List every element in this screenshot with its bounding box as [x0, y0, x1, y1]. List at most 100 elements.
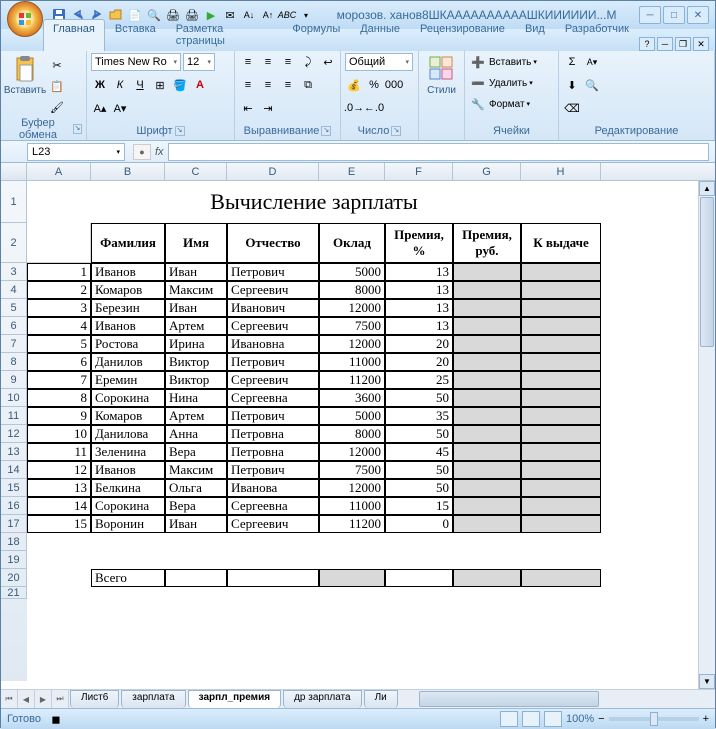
tab-Вставка[interactable]: Вставка	[105, 19, 166, 51]
cell[interactable]: Иван	[165, 299, 227, 317]
cell[interactable]: 12	[27, 461, 91, 479]
cell[interactable]	[521, 299, 601, 317]
row-header-17[interactable]: 17	[1, 515, 27, 533]
row-header-21[interactable]: 21	[1, 587, 27, 599]
fx-dot-icon[interactable]: ●	[133, 144, 151, 160]
align-middle-icon[interactable]: ≡	[259, 53, 277, 71]
insert-cells-button[interactable]: ➕Вставить▾	[469, 53, 537, 71]
cell[interactable]: Иван	[165, 515, 227, 533]
cell[interactable]: 6	[27, 353, 91, 371]
cell[interactable]: 12000	[319, 479, 385, 497]
row-header-6[interactable]: 6	[1, 317, 27, 335]
formula-bar[interactable]	[168, 143, 709, 161]
cell[interactable]: Иванов	[91, 317, 165, 335]
currency-icon[interactable]: 💰	[345, 76, 363, 94]
cell[interactable]: Вера	[165, 443, 227, 461]
row-header-14[interactable]: 14	[1, 461, 27, 479]
cell[interactable]: Сергеевна	[227, 389, 319, 407]
tab-Разработчик[interactable]: Разработчик	[555, 19, 639, 51]
cell[interactable]: Иванов	[91, 461, 165, 479]
tab-next-icon[interactable]: ▶	[35, 690, 52, 708]
cell[interactable]: Петрович	[227, 263, 319, 281]
cell[interactable]	[521, 515, 601, 533]
cell[interactable]: 8000	[319, 425, 385, 443]
cell[interactable]: 50	[385, 425, 453, 443]
autosum-icon[interactable]: Σ	[563, 53, 581, 71]
cell[interactable]: Сергеевна	[227, 497, 319, 515]
percent-icon[interactable]: %	[365, 76, 383, 94]
tab-Данные[interactable]: Данные	[350, 19, 410, 51]
cell[interactable]: 7500	[319, 317, 385, 335]
cell[interactable]	[453, 425, 521, 443]
cell[interactable]: К выдаче	[521, 223, 601, 263]
cell[interactable]: 13	[385, 281, 453, 299]
cell[interactable]: 1	[27, 263, 91, 281]
cell[interactable]: Оклад	[319, 223, 385, 263]
cell[interactable]: 50	[385, 479, 453, 497]
cell[interactable]: Иванов	[91, 263, 165, 281]
grow-font-icon[interactable]: A▴	[91, 99, 109, 117]
cell[interactable]: Вера	[165, 497, 227, 515]
maximize-button[interactable]: □	[663, 6, 685, 24]
delete-cells-button[interactable]: ➖Удалить▾	[469, 74, 533, 92]
normal-view-icon[interactable]	[500, 711, 518, 727]
sheet-tab-зарпл_премия[interactable]: зарпл_премия	[188, 690, 281, 708]
cell[interactable]	[521, 263, 601, 281]
cell[interactable]: 11	[27, 443, 91, 461]
font-dialog-icon[interactable]: ↘	[175, 126, 185, 136]
cell[interactable]: 50	[385, 461, 453, 479]
cell[interactable]	[521, 443, 601, 461]
fill-icon[interactable]: ⬇	[563, 76, 581, 94]
align-left-icon[interactable]: ≡	[239, 76, 257, 94]
styles-button[interactable]: Стили	[423, 53, 460, 98]
row-header-9[interactable]: 9	[1, 371, 27, 389]
align-bottom-icon[interactable]: ≡	[279, 53, 297, 71]
col-header-G[interactable]: G	[453, 163, 521, 180]
number-dialog-icon[interactable]: ↘	[391, 126, 401, 136]
number-format-combo[interactable]: Общий▾	[345, 53, 413, 71]
shrink-font-icon[interactable]: A▾	[111, 99, 129, 117]
copy-icon[interactable]: 📋	[48, 77, 66, 95]
col-header-C[interactable]: C	[165, 163, 227, 180]
cell[interactable]: 25	[385, 371, 453, 389]
align-right-icon[interactable]: ≡	[279, 76, 297, 94]
row-header-5[interactable]: 5	[1, 299, 27, 317]
increase-indent-icon[interactable]: ⇥	[259, 99, 277, 117]
cell[interactable]	[453, 281, 521, 299]
cell[interactable]	[453, 443, 521, 461]
cell[interactable]: 7	[27, 371, 91, 389]
cell[interactable]: Петрович	[227, 353, 319, 371]
cell[interactable]	[453, 389, 521, 407]
cell[interactable]	[521, 425, 601, 443]
doc-close-button[interactable]: ✕	[693, 37, 709, 51]
decrease-indent-icon[interactable]: ⇤	[239, 99, 257, 117]
cell[interactable]: 5000	[319, 263, 385, 281]
cell[interactable]	[521, 497, 601, 515]
row-header-19[interactable]: 19	[1, 551, 27, 569]
decrease-decimal-icon[interactable]: ←.0	[365, 99, 383, 117]
cell[interactable]: 13	[385, 299, 453, 317]
cell[interactable]: 11200	[319, 515, 385, 533]
help-button[interactable]: ?	[639, 37, 655, 51]
font-name-combo[interactable]: Times New Ro▾	[91, 53, 181, 71]
cell[interactable]: Ивановна	[227, 335, 319, 353]
col-header-B[interactable]: B	[91, 163, 165, 180]
row-header-16[interactable]: 16	[1, 497, 27, 515]
cell[interactable]	[453, 353, 521, 371]
cell[interactable]: Артем	[165, 407, 227, 425]
sheet-tab-Ли[interactable]: Ли	[364, 690, 398, 708]
italic-icon[interactable]: К	[111, 76, 129, 94]
clear-icon[interactable]: ⌫	[563, 99, 581, 117]
cell[interactable]: Сергеевич	[227, 515, 319, 533]
cell[interactable]: Данилова	[91, 425, 165, 443]
paste-button[interactable]: Вставить	[5, 53, 45, 98]
horizontal-scrollbar[interactable]	[403, 690, 715, 708]
cell[interactable]: Анна	[165, 425, 227, 443]
row-header-20[interactable]: 20	[1, 569, 27, 587]
col-header-E[interactable]: E	[319, 163, 385, 180]
cell[interactable]	[453, 515, 521, 533]
tab-Вид[interactable]: Вид	[515, 19, 555, 51]
cell[interactable]: Вычисление зарплаты	[27, 181, 601, 223]
cell[interactable]: Сергеевич	[227, 371, 319, 389]
cell[interactable]: Максим	[165, 461, 227, 479]
